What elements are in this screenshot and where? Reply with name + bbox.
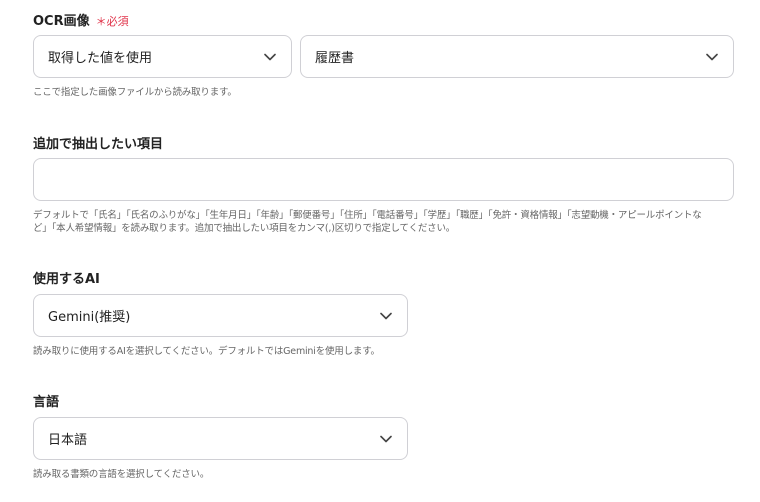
language-help: 読み取る書類の言語を選択してください。 [33,469,210,480]
chevron-down-icon [379,309,393,323]
extra-fields-input[interactable] [33,158,734,201]
chevron-down-icon [263,50,277,64]
ai-help: 読み取りに使用するAIを選択してください。デフォルトではGeminiを使用します… [33,346,380,357]
ocr-source-select-value: 取得した値を使用 [48,51,153,66]
ai-model-select[interactable]: Gemini(推奨) [33,294,408,337]
language-label: 言語 [33,395,60,410]
chevron-down-icon [705,50,719,64]
extra-fields-label: 追加で抽出したい項目 [33,137,164,152]
required-badge: ＊必須 [95,15,129,28]
ai-model-select-value: Gemini(推奨) [48,310,131,325]
ocr-document-type-select[interactable]: 履歴書 [300,35,734,78]
ocr-image-label: OCR画像 ＊必須 [33,10,129,29]
ocr-image-label-text: OCR画像 [33,14,90,29]
extra-fields-help-line-1: デフォルトで「氏名」「氏名のふりがな」「生年月日」「年齢」「郵便番号」「住所」「… [33,210,702,221]
ai-label: 使用するAI [33,272,100,287]
language-select[interactable]: 日本語 [33,417,408,460]
chevron-down-icon [379,432,393,446]
ocr-image-help: ここで指定した画像ファイルから読み取ります。 [33,87,237,98]
ocr-document-type-select-value: 履歴書 [315,51,355,66]
language-select-value: 日本語 [48,433,88,448]
extra-fields-help-line-2: ど」「本人希望情報」を読み取ります。追加で抽出したい項目をカンマ(,)区切りで指… [33,223,456,234]
extra-fields-help: デフォルトで「氏名」「氏名のふりがな」「生年月日」「年齢」「郵便番号」「住所」「… [33,209,733,235]
ocr-source-select[interactable]: 取得した値を使用 [33,35,292,78]
